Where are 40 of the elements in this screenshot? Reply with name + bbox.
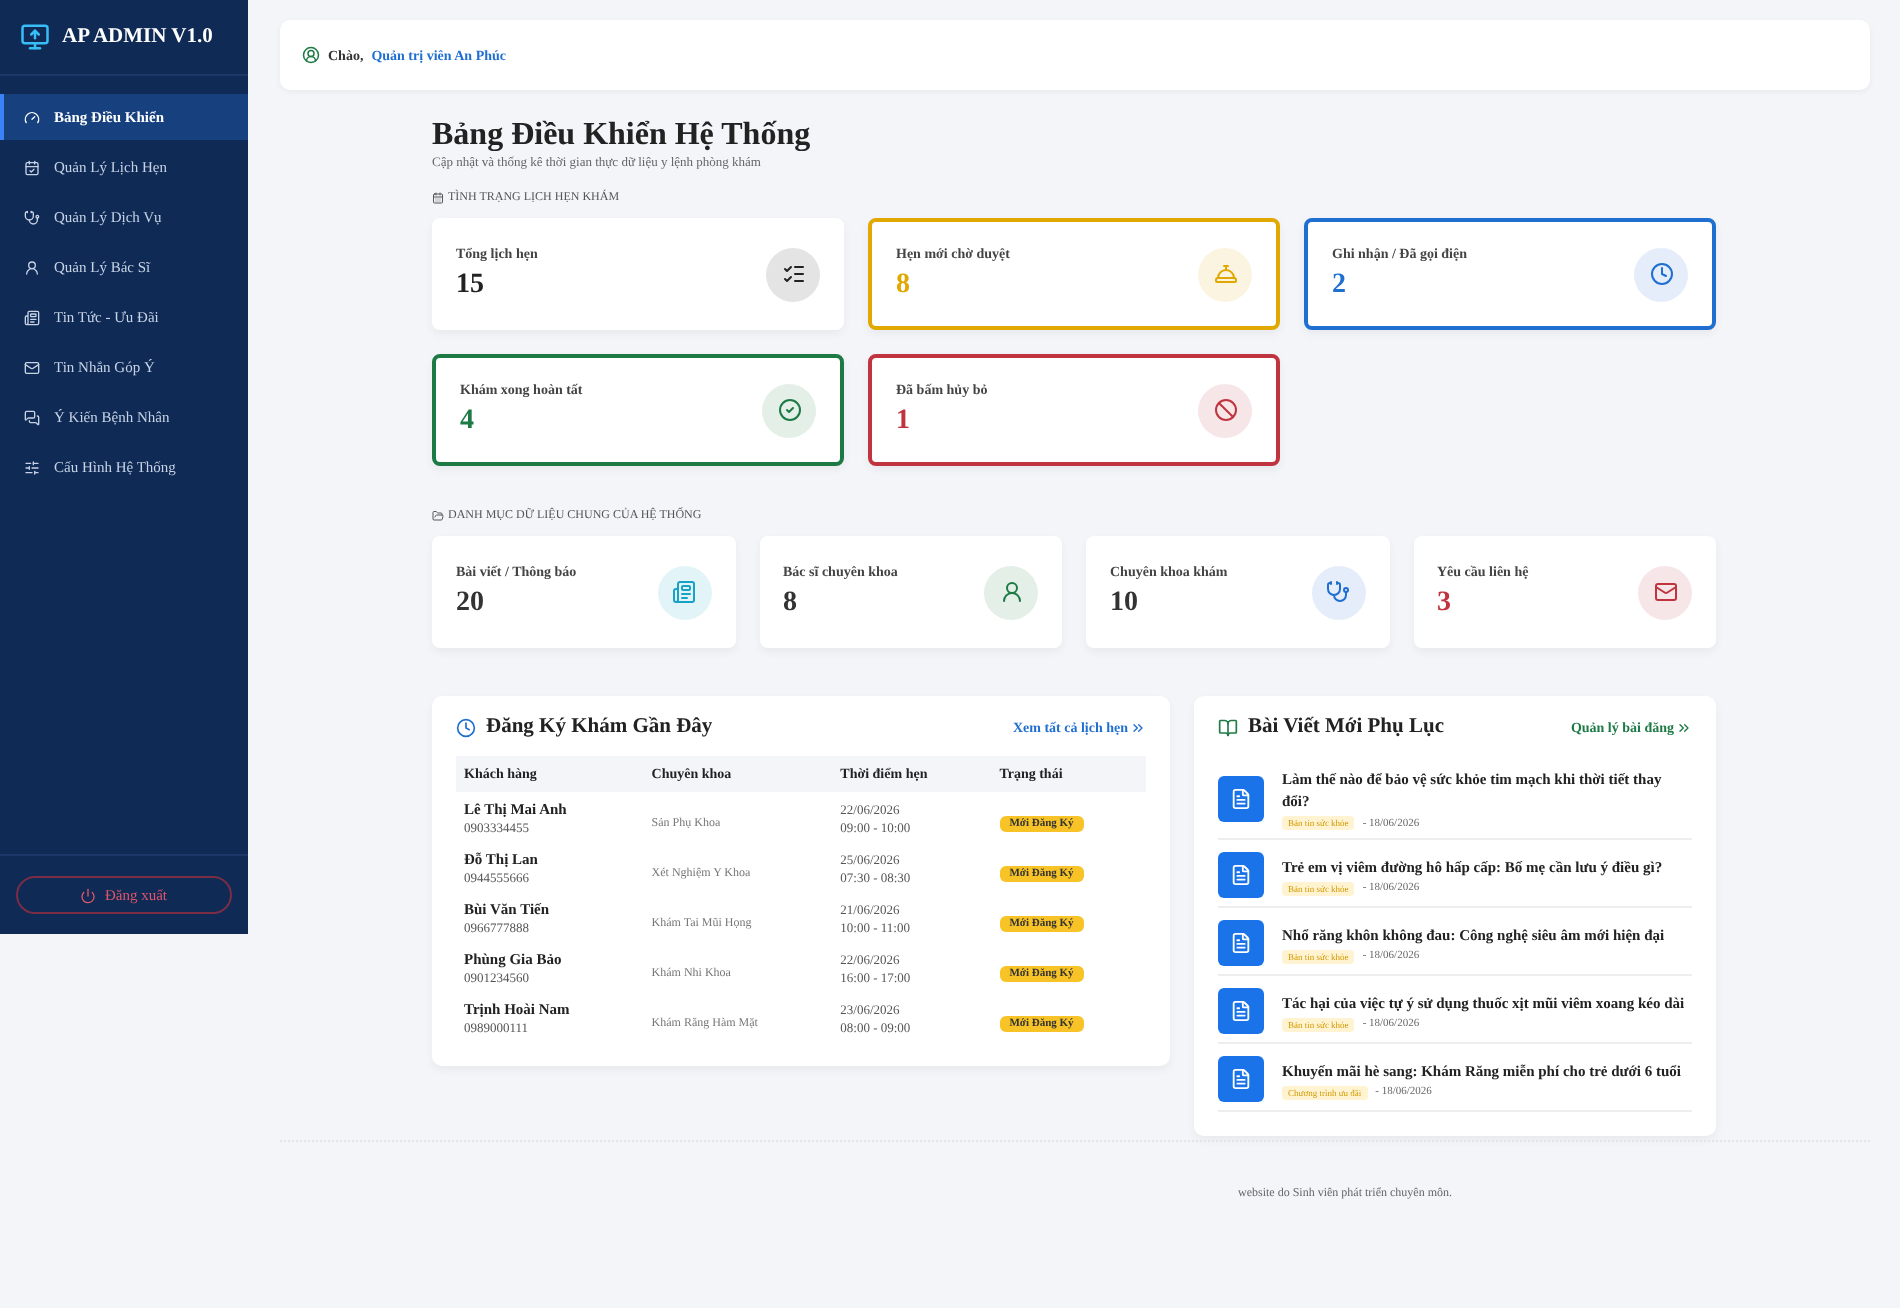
nav-icon — [24, 259, 40, 275]
document-icon — [1218, 988, 1264, 1034]
document-icon — [1218, 852, 1264, 898]
stat-value: 1 — [896, 406, 912, 438]
summary-value: 20 — [456, 588, 486, 620]
user-icon — [302, 46, 320, 64]
stat-icon — [1634, 247, 1688, 301]
summary-value: 3 — [1437, 588, 1453, 620]
nav-icon — [24, 309, 40, 325]
nav-icon — [24, 159, 40, 175]
nav-icon — [24, 359, 40, 375]
stat-value: 15 — [456, 270, 486, 302]
monitor-icon — [20, 22, 50, 52]
folder-icon — [432, 510, 444, 522]
calendar-icon — [432, 192, 444, 204]
summary-value: 8 — [783, 588, 799, 620]
stat-value: 4 — [460, 406, 476, 438]
stat-icon — [762, 383, 816, 437]
stat-value: 2 — [1332, 270, 1348, 302]
stat-icon — [1198, 383, 1252, 437]
stat-icon — [1198, 247, 1252, 301]
nav-icon — [24, 409, 40, 425]
page-title: Bảng Điều Khiển Hệ Thống — [432, 118, 813, 154]
document-icon — [1218, 1056, 1264, 1102]
panel-title: Đăng Ký Khám Gần Đây — [486, 716, 713, 738]
brand-title: AP ADMIN V1.0 — [62, 26, 213, 48]
panel-title: Bài Viết Mới Phụ Lục — [1248, 716, 1444, 738]
chevrons-icon — [1130, 719, 1146, 735]
document-icon — [1218, 920, 1264, 966]
stat-icon — [766, 247, 820, 301]
power-icon — [80, 887, 97, 903]
stat-value: 8 — [896, 270, 912, 302]
chevrons-icon — [1676, 719, 1692, 735]
clock-icon — [456, 717, 476, 737]
nav-icon — [24, 459, 40, 475]
nav-icon — [24, 109, 40, 125]
summary-value: 10 — [1110, 588, 1140, 620]
book-icon — [1218, 717, 1238, 737]
document-icon — [1218, 776, 1264, 822]
nav-icon — [24, 209, 40, 225]
